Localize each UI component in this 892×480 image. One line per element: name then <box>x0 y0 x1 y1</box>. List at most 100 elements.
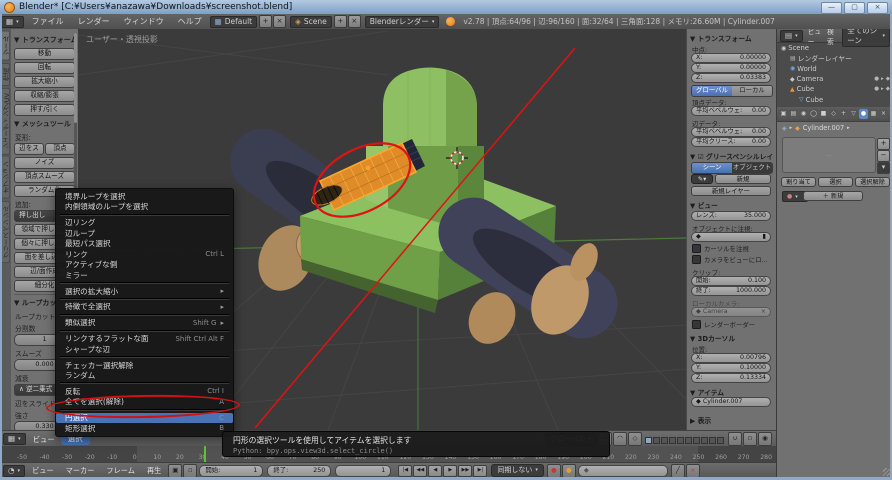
properties-tab-physics[interactable]: × <box>879 109 888 119</box>
playback-jump-start-icon[interactable]: |◀ <box>398 465 412 477</box>
layer-button-8[interactable] <box>701 437 708 444</box>
menu-item-辺リング[interactable]: 辺リング <box>56 217 233 228</box>
shelf-tab-0[interactable]: ツール <box>1 31 10 61</box>
toggle-option-シーン[interactable]: シーン <box>692 163 732 173</box>
timeline-menu-マーカー[interactable]: マーカー <box>60 466 101 476</box>
panel-header-グリースペンシルレイ[interactable]: ▼ ☑ グリースペンシルレイ <box>690 151 774 161</box>
screen-layout-selector[interactable]: ▦Default <box>210 16 258 28</box>
panel-header-3Dカーソル[interactable]: ▼ 3Dカーソル <box>690 333 774 343</box>
menu-item-内側領域のループを選択[interactable]: 内側領域のループを選択 <box>56 202 233 213</box>
menu-item-矩形選択[interactable]: 矩形選択B <box>56 423 233 434</box>
menu-item-辺ループ[interactable]: 辺ループ <box>56 228 233 239</box>
lock-object-picker[interactable]: ◆▮ <box>691 232 771 242</box>
tool-button-移動[interactable]: 移動 <box>14 48 75 60</box>
scene-selector[interactable]: ◈Scene <box>290 16 332 28</box>
checkbox-カーソルを注視[interactable]: カーソルを注視 <box>692 244 749 253</box>
toolshelf-scrollbar[interactable] <box>74 33 77 203</box>
render-preview-icon[interactable]: ◉ <box>758 432 772 446</box>
field-X:[interactable]: X:0.00796 <box>691 353 771 363</box>
menu-item-アクティブな側[interactable]: アクティブな側 <box>56 259 233 270</box>
layer-button-10[interactable] <box>717 437 724 444</box>
layer-button-4[interactable] <box>669 437 676 444</box>
field-平均クリース:[interactable]: 平均クリース:0.00 <box>691 137 771 147</box>
outliner-display-mode[interactable]: 全てのシーン▾ <box>842 29 890 47</box>
toggle-option-ローカル[interactable]: ローカル <box>732 86 772 96</box>
menu-item-選択の拡大縮小[interactable]: 選択の拡大縮小▸ <box>56 286 233 297</box>
layer-button-5[interactable] <box>677 437 684 444</box>
menu-item-類似選択[interactable]: 類似選択Shift G▸ <box>56 318 233 329</box>
render-engine-selector[interactable]: Blenderレンダー▾ <box>365 16 440 28</box>
menu-item-ミラー[interactable]: ミラー <box>56 270 233 281</box>
checkbox-カメラをビューにロ...[interactable]: カメラをビューにロ... <box>692 255 768 264</box>
manipulator-scale-icon[interactable]: ◇ <box>628 432 642 446</box>
panel-header-表示[interactable]: ▶ 表示 <box>690 415 774 425</box>
layer-button-2[interactable] <box>653 437 660 444</box>
shelf-tab-3[interactable]: オプション <box>1 156 10 199</box>
autokey-mode-icon[interactable]: ● <box>562 464 576 478</box>
shelf-tab-2[interactable]: シェーディング/UV <box>1 88 10 155</box>
editor-type-icon[interactable]: ▦▾ <box>1 16 24 28</box>
main-menu-ファイル[interactable]: ファイル <box>25 15 71 29</box>
tool-button-回転[interactable]: 回転 <box>14 62 75 74</box>
tool-button-押す/引く[interactable]: 押す/引く <box>14 104 75 116</box>
field-Z:[interactable]: Z:0.13334 <box>691 373 771 383</box>
toggle-option-グローバル[interactable]: グローバル <box>692 86 732 96</box>
playback-play-icon[interactable]: ▶ <box>443 465 457 477</box>
menu-item-ランダム[interactable]: ランダム <box>56 370 233 381</box>
shelf-tab-4[interactable]: グリースペンシル <box>1 201 10 263</box>
delete-key-icon[interactable]: × <box>686 464 700 478</box>
select-button[interactable]: 選択 <box>818 177 853 187</box>
tool-button-辺をス[interactable]: 辺をス <box>14 143 44 155</box>
field-平均ベベルウェ:[interactable]: 平均ベベルウェ:0.00 <box>691 106 771 116</box>
properties-tab-world[interactable]: ◯ <box>809 109 818 119</box>
material-slot-list[interactable]: ... <box>782 137 876 173</box>
menu-item-リンクするフラットな面[interactable]: リンクするフラットな面Shift Ctrl Alt F <box>56 333 233 344</box>
snap-magnet-icon[interactable]: ∪ <box>728 432 742 446</box>
visibility-toggles[interactable]: ●▸◆ <box>874 76 892 82</box>
checkbox-レンダーボーダー[interactable]: レンダーボーダー <box>692 320 755 329</box>
panel-header-ビュー[interactable]: ▼ ビュー <box>690 200 774 210</box>
cursor-select-icon[interactable]: ▸ <box>881 76 884 82</box>
properties-tab-render[interactable]: ▣ <box>779 109 788 119</box>
layer-button-3[interactable] <box>661 437 668 444</box>
tool-button-収縮/膨張[interactable]: 収縮/膨張 <box>14 90 75 102</box>
layer-button-7[interactable] <box>693 437 700 444</box>
close-button[interactable]: × <box>867 2 888 14</box>
title-bar[interactable]: Blender* [C:¥Users¥anazawa¥Downloads¥scr… <box>0 0 892 14</box>
playback-jump-end-icon[interactable]: ▶| <box>473 465 487 477</box>
slot-specials-button[interactable]: ▾ <box>877 162 890 174</box>
add-scene-button[interactable]: + <box>334 15 347 28</box>
maximize-button[interactable]: ▢ <box>844 2 865 14</box>
menu-item-特徴で全選択[interactable]: 特徴で全選択▸ <box>56 302 233 313</box>
properties-tab-render-layers[interactable]: ▤ <box>789 109 798 119</box>
add-slot-button[interactable]: + <box>877 138 890 150</box>
layer-button-9[interactable] <box>709 437 716 444</box>
properties-tab-object-data[interactable]: ▽ <box>849 109 858 119</box>
outliner-row-Camera[interactable]: ◆Camera●▸◆ <box>777 74 892 84</box>
outliner-row-レンダーレイヤー[interactable]: ▤レンダーレイヤー <box>777 53 892 63</box>
start-frame-field[interactable]: 開始:1 <box>199 465 263 477</box>
layer-button-1[interactable] <box>645 437 652 444</box>
assign-button[interactable]: 割り当て <box>781 177 816 187</box>
manipulator-rotate-icon[interactable]: ◠ <box>613 432 627 446</box>
properties-tab-scene[interactable]: ◉ <box>799 109 808 119</box>
timeline-menu-フレーム[interactable]: フレーム <box>100 466 141 476</box>
field-平均ベベルウェ:[interactable]: 平均ベベルウェ:0.00 <box>691 127 771 137</box>
outliner-editor-icon[interactable]: ▤▾ <box>780 30 803 42</box>
render-toggle-icon[interactable]: ◆ <box>886 86 890 92</box>
tool-button-ノイズ[interactable]: ノイズ <box>14 157 75 169</box>
keying-set-field[interactable]: ◆ <box>578 465 668 477</box>
visibility-toggles[interactable]: ●▸◆ <box>874 86 892 92</box>
shelf-tab-1[interactable]: 作成 <box>1 63 10 86</box>
properties-tab-material[interactable]: ● <box>859 109 868 119</box>
render-toggle-icon[interactable]: ◆ <box>886 76 890 82</box>
field-Y:[interactable]: Y:0.10000 <box>691 363 771 373</box>
preview-range-icon[interactable]: ▫ <box>183 464 197 478</box>
properties-tab-modifiers[interactable]: + <box>839 109 848 119</box>
main-menu-ヘルプ[interactable]: ヘルプ <box>171 15 209 29</box>
field-レンズ:[interactable]: レンズ:35.000 <box>691 211 771 221</box>
menu-item-シャープな辺[interactable]: シャープな辺 <box>56 344 233 355</box>
breadcrumb-object-name[interactable]: Cylinder.007 <box>803 124 844 132</box>
checkbox-icon[interactable] <box>692 255 701 264</box>
outliner-row-World[interactable]: ◉World <box>777 64 892 74</box>
